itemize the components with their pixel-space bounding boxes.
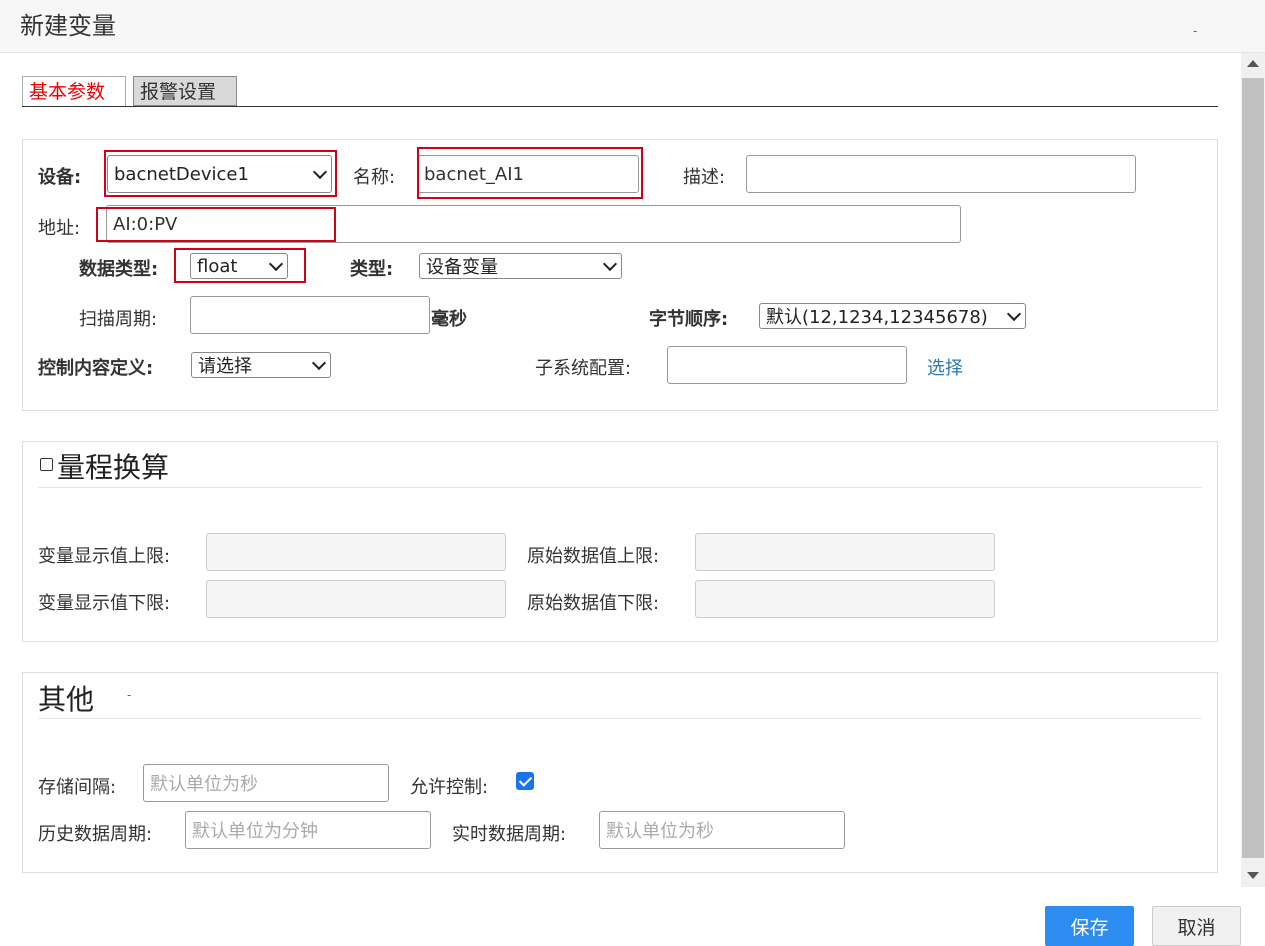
check-icon — [518, 772, 532, 787]
storage-interval-label: 存储间隔: — [38, 777, 117, 798]
other-title: 其他 — [38, 683, 95, 716]
tab-underline — [22, 106, 1218, 107]
display-lower-input[interactable] — [206, 580, 506, 618]
control-content-select[interactable]: 请选择 — [191, 352, 331, 378]
address-input-value: AI:0:PV — [113, 213, 178, 235]
type-label: 类型: — [350, 259, 394, 280]
raw-lower-input[interactable] — [695, 580, 995, 618]
range-conversion-title: 量程换算 — [57, 451, 170, 484]
other-title-divider — [38, 718, 1202, 719]
control-content-select-value: 请选择 — [198, 356, 252, 377]
chevron-down-icon — [311, 355, 327, 370]
chevron-down-icon — [1006, 306, 1022, 321]
raw-upper-label: 原始数据值上限: — [527, 546, 660, 567]
device-select-value: bacnetDevice1 — [114, 163, 249, 185]
display-upper-label: 变量显示值上限: — [38, 546, 171, 567]
history-period-placeholder: 默认单位为分钟 — [192, 821, 318, 842]
allow-control-checkbox[interactable] — [516, 772, 534, 790]
chevron-down-icon — [268, 256, 284, 271]
history-period-input[interactable]: 默认单位为分钟 — [185, 811, 431, 849]
storage-interval-placeholder: 默认单位为秒 — [150, 774, 258, 795]
control-content-label: 控制内容定义: — [38, 358, 154, 379]
description-label: 描述: — [683, 167, 726, 188]
range-title-divider — [38, 487, 1202, 488]
raw-upper-input[interactable] — [695, 533, 995, 571]
subsystem-config-label: 子系统配置: — [535, 358, 632, 379]
scrollbar-thumb[interactable] — [1242, 78, 1264, 858]
minimize-button[interactable]: - — [1193, 24, 1197, 38]
range-conversion-checkbox[interactable] — [40, 458, 53, 471]
scan-period-label: 扫描周期: — [79, 309, 158, 330]
type-select[interactable]: 设备变量 — [419, 253, 622, 279]
allow-control-label: 允许控制: — [410, 777, 489, 798]
device-select[interactable]: bacnetDevice1 — [107, 155, 332, 193]
scroll-down-arrow-icon[interactable] — [1247, 872, 1259, 879]
name-input[interactable]: bacnet_AI1 — [417, 155, 639, 193]
tab-basic-params[interactable]: 基本参数 — [22, 76, 126, 106]
history-period-label: 历史数据周期: — [38, 824, 153, 845]
scan-period-unit: 毫秒 — [431, 309, 467, 330]
raw-lower-label: 原始数据值下限: — [527, 593, 660, 614]
device-label: 设备: — [38, 167, 82, 188]
name-input-value: bacnet_AI1 — [424, 163, 524, 185]
display-lower-label: 变量显示值下限: — [38, 593, 171, 614]
scan-period-input[interactable] — [190, 296, 430, 334]
byte-order-select-value: 默认(12,1234,12345678) — [766, 307, 988, 328]
byte-order-select[interactable]: 默认(12,1234,12345678) — [759, 303, 1026, 329]
other-title-dash: - — [127, 688, 132, 702]
cancel-button[interactable]: 取消 — [1152, 906, 1241, 946]
dialog-header — [0, 0, 1265, 53]
realtime-period-label: 实时数据周期: — [452, 824, 567, 845]
description-input[interactable] — [746, 155, 1136, 193]
realtime-period-placeholder: 默认单位为秒 — [606, 821, 714, 842]
chevron-down-icon — [312, 164, 328, 179]
address-input[interactable]: AI:0:PV — [106, 205, 961, 243]
display-upper-input[interactable] — [206, 533, 506, 571]
subsystem-config-input[interactable] — [667, 346, 907, 384]
save-button[interactable]: 保存 — [1045, 906, 1134, 946]
tab-alarm-settings[interactable]: 报警设置 — [133, 76, 237, 106]
byte-order-label: 字节顺序: — [649, 309, 729, 330]
type-select-value: 设备变量 — [426, 257, 498, 278]
realtime-period-input[interactable]: 默认单位为秒 — [599, 811, 845, 849]
subsystem-select-link[interactable]: 选择 — [927, 354, 963, 380]
data-type-select[interactable]: float — [190, 253, 288, 279]
dialog-title: 新建变量 — [20, 12, 116, 40]
name-label: 名称: — [353, 167, 396, 188]
chevron-down-icon — [602, 256, 618, 271]
data-type-label: 数据类型: — [79, 259, 159, 280]
data-type-select-value: float — [197, 255, 238, 277]
address-label: 地址: — [38, 218, 81, 239]
storage-interval-input[interactable]: 默认单位为秒 — [143, 764, 389, 802]
scroll-up-arrow-icon[interactable] — [1247, 60, 1259, 67]
